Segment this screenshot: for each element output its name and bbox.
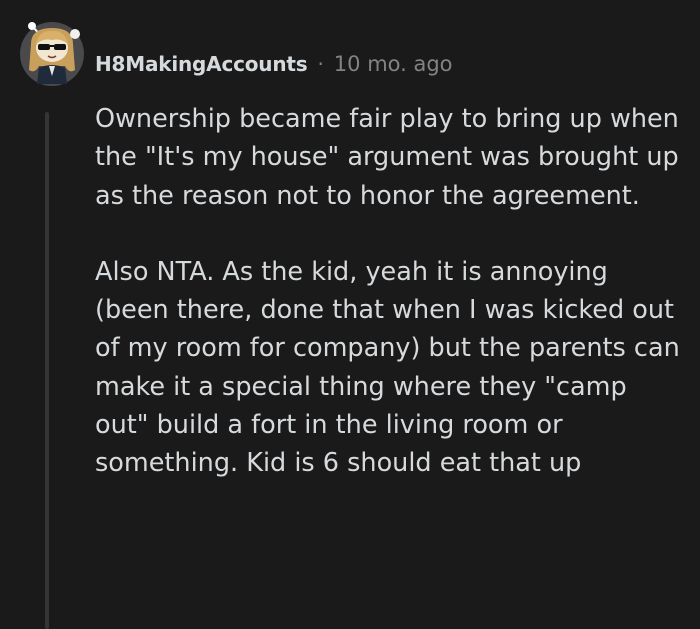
comment-timestamp[interactable]: 10 mo. ago <box>334 52 453 76</box>
author-username[interactable]: H8MakingAccounts <box>95 52 308 76</box>
comment-header: H8MakingAccounts · 10 mo. ago <box>95 48 453 80</box>
comment-body: Ownership became fair play to bring up w… <box>95 100 685 483</box>
user-avatar[interactable] <box>20 22 84 86</box>
snoo-avatar-icon <box>28 22 80 84</box>
comment-thread-line[interactable] <box>45 112 49 629</box>
meta-separator: · <box>317 52 324 76</box>
comment-paragraph: Also NTA. As the kid, yeah it is annoyin… <box>95 256 680 479</box>
comment-paragraph: Ownership became fair play to bring up w… <box>95 104 679 211</box>
